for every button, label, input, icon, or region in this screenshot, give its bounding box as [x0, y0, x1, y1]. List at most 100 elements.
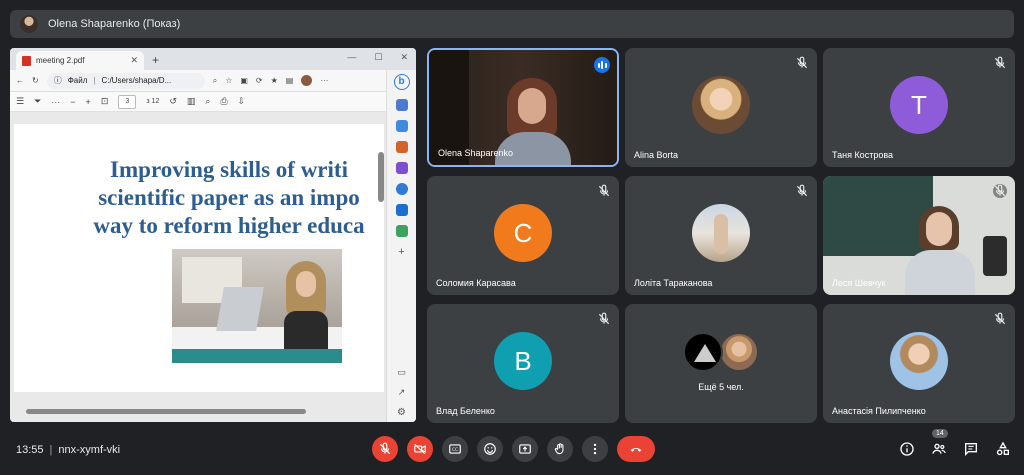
people-button[interactable]: 14	[930, 429, 948, 458]
external-icon[interactable]: ↗	[398, 387, 406, 398]
participant-tile[interactable]: T Таня Кострова	[823, 48, 1015, 167]
mic-off-icon	[993, 184, 1007, 198]
pdf-viewer[interactable]: Improving skills of writi scientific pap…	[10, 112, 386, 422]
pdf-toolbar: ☰ ⏷ ··· − + ⊡ 3 з 12 ↺ ▥ ⌕ ⎙ ⇩	[10, 92, 386, 112]
pdf-more-icon[interactable]: ···	[51, 97, 60, 107]
mic-toggle-button[interactable]	[372, 436, 398, 462]
participant-name: Таня Кострова	[832, 150, 894, 160]
participant-name: Соломия Карасава	[436, 278, 516, 288]
hangup-icon	[630, 447, 642, 452]
activities-button[interactable]	[994, 440, 1012, 458]
menu-icon[interactable]: ···	[320, 76, 328, 85]
address-bar[interactable]: ⓘ Файл | C:/Users/shapa/D...	[46, 72, 205, 89]
tab-label: meeting 2.pdf	[36, 56, 85, 65]
meeting-controls-bar: 13:55 | nnx-xymf-vki CC 14	[0, 429, 1024, 475]
outlook-icon[interactable]	[395, 204, 408, 216]
present-button[interactable]	[512, 436, 538, 462]
print-icon[interactable]: ⎙	[220, 96, 227, 107]
people-sidebar-icon[interactable]	[395, 162, 408, 174]
participant-name: Леся Шевчук	[832, 278, 886, 288]
raise-hand-button[interactable]	[547, 436, 573, 462]
meeting-info: 13:55 | nnx-xymf-vki	[16, 444, 121, 456]
more-participants-label: Ещё 5 чел.	[698, 382, 744, 392]
search-icon[interactable]: ⌕	[205, 96, 210, 107]
tab-close-icon[interactable]: ✕	[130, 55, 138, 66]
new-tab-icon[interactable]: +	[152, 53, 159, 67]
camera-off-icon	[414, 443, 426, 455]
svg-text:CC: CC	[452, 447, 458, 452]
slide-title: Improving skills of writi scientific pap…	[93, 157, 365, 238]
rotate-icon[interactable]: ↺	[169, 96, 177, 107]
close-window-icon[interactable]: ✕	[400, 52, 408, 63]
participant-tile[interactable]: Лоліта Тараканова	[625, 176, 817, 295]
filter-icon[interactable]: ⏷	[34, 96, 41, 107]
mic-off-icon	[994, 312, 1006, 325]
tree-icon[interactable]	[395, 225, 408, 237]
tools-icon[interactable]	[395, 141, 408, 153]
captions-button[interactable]: CC	[442, 436, 468, 462]
more-participants-tile[interactable]: Ещё 5 чел.	[625, 304, 817, 423]
participant-avatar	[692, 75, 750, 134]
extensions-icon[interactable]: ⟳	[256, 76, 263, 85]
horizontal-scrollbar[interactable]	[26, 409, 306, 414]
participant-count-badge: 14	[932, 429, 948, 438]
vertical-scrollbar[interactable]	[378, 152, 384, 202]
contents-icon[interactable]: ☰	[16, 96, 24, 107]
back-icon[interactable]: ←	[16, 76, 24, 85]
reactions-button[interactable]	[477, 436, 503, 462]
chat-button[interactable]	[962, 440, 980, 458]
mic-off-icon	[994, 56, 1006, 69]
page-view-icon[interactable]: ▥	[187, 96, 196, 107]
favorites-icon[interactable]: ★	[271, 76, 278, 85]
tag-icon[interactable]	[395, 120, 408, 132]
browser-tab[interactable]: meeting 2.pdf ✕	[16, 51, 144, 70]
favorite-icon[interactable]: ☆	[225, 76, 232, 85]
participant-tile[interactable]: Alina Borta	[625, 48, 817, 167]
mic-off-icon	[598, 312, 610, 325]
participant-tile[interactable]: Анастасія Пилипченко	[823, 304, 1015, 423]
presenter-title: Olena Shaparenko (Показ)	[48, 18, 181, 30]
mic-off-icon	[379, 442, 391, 455]
window-controls: — ☐ ✕	[347, 52, 408, 63]
minimize-icon[interactable]: —	[347, 52, 356, 63]
meeting-details-button[interactable]	[898, 440, 916, 458]
camera-toggle-button[interactable]	[407, 436, 433, 462]
collections-icon[interactable]: ▤	[286, 76, 294, 85]
presentation-view[interactable]: meeting 2.pdf ✕ + — ☐ ✕ ← ↻ ⓘ Файл | C:/…	[10, 48, 416, 422]
zoom-in-icon[interactable]: +	[86, 97, 91, 107]
sidebar-search-icon[interactable]	[395, 99, 408, 111]
profile-icon[interactable]	[301, 75, 313, 86]
settings-icon[interactable]: ⚙	[397, 407, 406, 418]
zoom-icon[interactable]: ⌕	[213, 76, 217, 86]
reload-icon[interactable]: ↻	[32, 76, 39, 85]
participant-tile[interactable]: Olena Shaparenko	[427, 48, 619, 167]
leave-call-button[interactable]	[617, 436, 655, 462]
participant-tile[interactable]: C Соломия Карасава	[427, 176, 619, 295]
sidebar-panel-icon[interactable]: ▭	[397, 367, 406, 378]
participant-tile[interactable]: Леся Шевчук	[823, 176, 1015, 295]
chat-icon	[965, 443, 977, 456]
more-participants-avatars	[683, 332, 759, 372]
participant-name: Анастасія Пилипченко	[832, 406, 926, 416]
more-icon	[593, 443, 597, 455]
bing-icon[interactable]: b	[393, 74, 410, 90]
office-icon[interactable]	[395, 183, 408, 195]
save-icon[interactable]: ⇩	[238, 96, 246, 107]
participant-avatar	[719, 332, 759, 372]
fit-page-icon[interactable]: ⊡	[101, 96, 109, 107]
browser-sidebar: b + ▭ ↗ ⚙	[386, 70, 416, 422]
more-options-button[interactable]	[582, 436, 608, 462]
zoom-out-icon[interactable]: −	[70, 97, 75, 107]
add-sidebar-icon[interactable]: +	[398, 246, 404, 258]
speaking-indicator-icon	[594, 57, 610, 73]
captions-icon: CC	[449, 444, 461, 454]
maximize-icon[interactable]: ☐	[374, 52, 382, 63]
participant-name: Alina Borta	[634, 150, 679, 160]
page-number-input[interactable]: 3	[118, 94, 137, 109]
info-icon	[900, 442, 914, 456]
presenter-avatar	[20, 15, 38, 33]
split-icon[interactable]: ▣	[240, 76, 248, 85]
activities-icon	[996, 441, 1009, 456]
participant-initial-avatar: B	[494, 331, 552, 390]
participant-tile[interactable]: B Влад Беленко	[427, 304, 619, 423]
